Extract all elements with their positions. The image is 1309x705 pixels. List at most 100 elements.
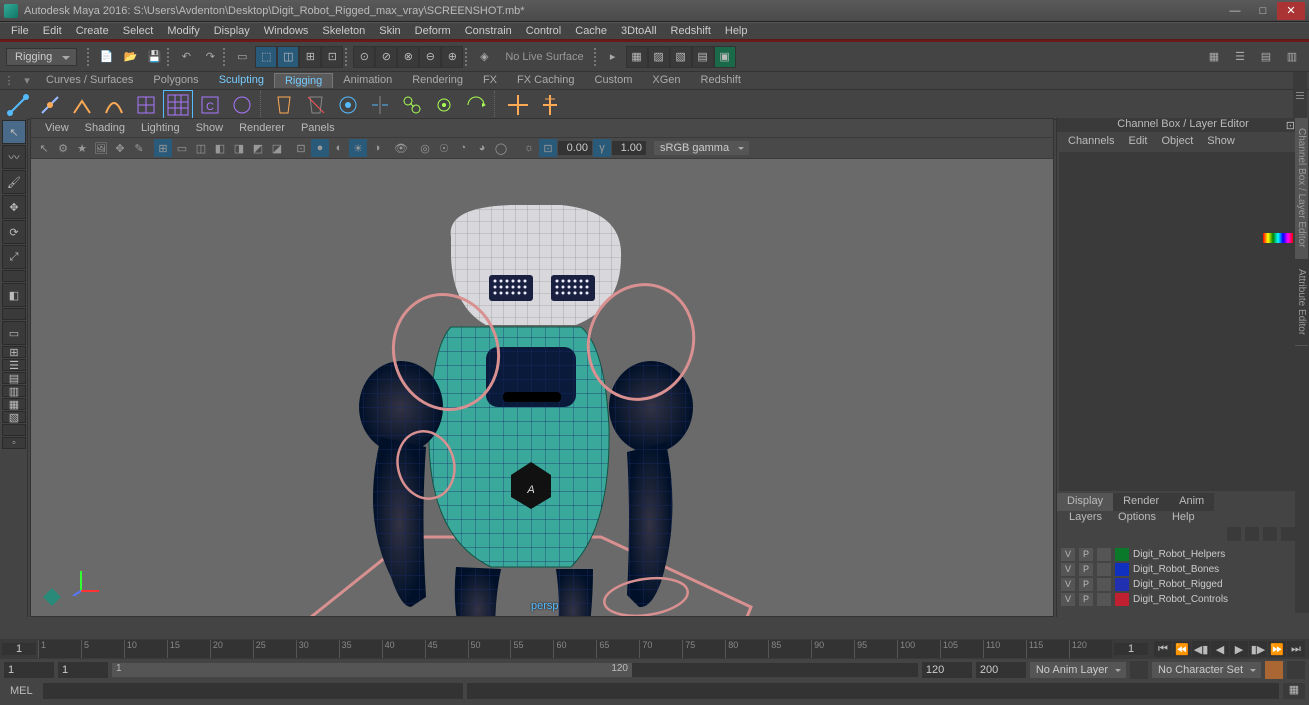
render-settings-icon[interactable]: ▤ <box>692 46 714 68</box>
rotate-tool[interactable]: ⟳ <box>2 220 26 244</box>
redo-icon[interactable]: ↷ <box>199 46 221 68</box>
ik-spline-icon[interactable] <box>100 91 128 119</box>
shelf-menu-icon[interactable]: ⋮ <box>0 74 18 87</box>
menu-file[interactable]: File <box>4 25 36 37</box>
cb-menu-edit[interactable]: Edit <box>1121 135 1154 147</box>
shelf-tab-polygons[interactable]: Polygons <box>143 73 208 88</box>
layer-color-swatch[interactable] <box>1115 593 1129 606</box>
menu-3dtoall[interactable]: 3DtoAll <box>614 25 663 37</box>
minimize-button[interactable]: — <box>1221 2 1249 20</box>
snap-live-icon[interactable]: ⊕ <box>441 46 463 68</box>
vp-select-camera-icon[interactable]: ↖ <box>35 139 53 157</box>
make-live-icon[interactable]: ◈ <box>473 46 495 68</box>
layer-tab-render[interactable]: Render <box>1113 493 1169 511</box>
persp-outliner-layout[interactable]: ▦ <box>2 398 26 410</box>
four-view-layout[interactable]: ⊞ <box>2 346 26 358</box>
vp-xray-icon[interactable]: ◎ <box>416 139 434 157</box>
shelf-tab-fx[interactable]: FX <box>473 73 507 88</box>
shelf-tab-rigging[interactable]: Rigging <box>274 73 333 88</box>
command-input[interactable] <box>43 683 463 699</box>
vp-2d-pan-icon[interactable]: ✥ <box>111 139 129 157</box>
pin-icon[interactable]: ⊡ <box>1286 119 1295 132</box>
constraint-orient-icon[interactable] <box>462 91 490 119</box>
paint-select-tool[interactable]: 🖌 <box>2 170 26 194</box>
shelf-tab-curves-surfaces[interactable]: Curves / Surfaces <box>36 73 143 88</box>
shelf-tab-custom[interactable]: Custom <box>585 73 643 88</box>
sel-mask-3[interactable]: ⊞ <box>299 46 321 68</box>
menu-create[interactable]: Create <box>69 25 116 37</box>
ik-handle-icon[interactable] <box>68 91 96 119</box>
cluster-icon[interactable]: C <box>196 91 224 119</box>
step-forward-button[interactable]: ▮▶ <box>1249 641 1267 657</box>
go-to-start-button[interactable]: ⏮ <box>1154 641 1172 657</box>
menu-deform[interactable]: Deform <box>408 25 458 37</box>
layout-2-icon[interactable]: ☰ <box>1229 46 1251 68</box>
snap-point-icon[interactable]: ⊗ <box>397 46 419 68</box>
tool-settings-icon[interactable]: ◦ <box>2 437 26 449</box>
persp-graph-layout[interactable]: ▤ <box>2 372 26 384</box>
layer-playback-toggle[interactable]: P <box>1079 563 1093 576</box>
select-tool[interactable]: ↖ <box>2 120 26 144</box>
anim-start-field[interactable]: 1 <box>4 662 54 678</box>
shelf-trash-icon[interactable]: ▾ <box>18 74 36 87</box>
menu-help[interactable]: Help <box>718 25 755 37</box>
lattice-1-icon[interactable] <box>132 91 160 119</box>
layer-color-swatch[interactable] <box>1115 578 1129 591</box>
channel-box-tab[interactable]: Channel Box / Layer Editor <box>1295 118 1308 259</box>
auto-key-icon[interactable] <box>1265 661 1283 679</box>
maya-home-icon[interactable] <box>41 586 63 608</box>
sel-mask-2[interactable]: ◫ <box>277 46 299 68</box>
mirror-weights-icon[interactable] <box>366 91 394 119</box>
joint-tool-icon[interactable] <box>4 91 32 119</box>
vp-image-plane-icon[interactable]: 🖼 <box>92 139 110 157</box>
vp-color-transform-dropdown[interactable]: sRGB gamma <box>654 141 749 155</box>
layer-tab-display[interactable]: Display <box>1057 493 1113 511</box>
attribute-editor-tab[interactable]: Attribute Editor <box>1295 259 1308 346</box>
vp-dof-icon[interactable]: ◯ <box>492 139 510 157</box>
layer-move-down-icon[interactable] <box>1245 527 1259 541</box>
vp-shadows-icon[interactable]: ◑ <box>368 139 386 157</box>
timeline-current-field[interactable]: 1 <box>1114 643 1148 655</box>
vp-bookmark-icon[interactable]: ★ <box>73 139 91 157</box>
playback-end-field[interactable]: 120 <box>922 662 972 678</box>
shelf-tab-rendering[interactable]: Rendering <box>402 73 473 88</box>
snap-grid-icon[interactable]: ⊙ <box>353 46 375 68</box>
vp-exposure-value[interactable]: 0.00 <box>558 141 592 155</box>
script-lang-button[interactable]: MEL <box>4 685 39 697</box>
menu-select[interactable]: Select <box>116 25 161 37</box>
range-track[interactable] <box>112 663 918 677</box>
cb-menu-show[interactable]: Show <box>1200 135 1242 147</box>
lasso-tool[interactable]: 〰 <box>2 145 26 169</box>
timeline-start-field[interactable]: 1 <box>2 643 36 655</box>
layer-type-toggle[interactable] <box>1097 548 1111 561</box>
menu-skeleton[interactable]: Skeleton <box>315 25 372 37</box>
scale-tool[interactable]: ⤢ <box>2 245 26 269</box>
bind-skin-icon[interactable] <box>270 91 298 119</box>
vp-menu-lighting[interactable]: Lighting <box>133 122 188 134</box>
layer-menu-layers[interactable]: Layers <box>1061 511 1110 527</box>
save-scene-icon[interactable]: 💾 <box>143 46 165 68</box>
paint-weights-icon[interactable] <box>334 91 362 119</box>
shelf-tab-xgen[interactable]: XGen <box>642 73 690 88</box>
detach-skin-icon[interactable] <box>302 91 330 119</box>
vp-field-chart-icon[interactable]: ◨ <box>230 139 248 157</box>
pose-icon[interactable] <box>536 91 564 119</box>
vp-safe-action-icon[interactable]: ◩ <box>249 139 267 157</box>
layout-1-icon[interactable]: ▦ <box>1203 46 1225 68</box>
play-forward-button[interactable]: ▶ <box>1230 641 1248 657</box>
outliner-layout[interactable]: ☰ <box>2 359 26 371</box>
vp-xray-joints-icon[interactable]: ☉ <box>435 139 453 157</box>
sel-mask-4[interactable]: ⊡ <box>321 46 343 68</box>
layer-row[interactable]: VPDigit_Robot_Helpers <box>1061 547 1295 562</box>
select-mode-icon[interactable]: ▭ <box>231 46 253 68</box>
layer-playback-toggle[interactable]: P <box>1079 578 1093 591</box>
shelf-collapse-handle[interactable] <box>1293 72 1307 118</box>
layer-menu-help[interactable]: Help <box>1164 511 1203 527</box>
render-current-icon[interactable]: ▦ <box>626 46 648 68</box>
menu-skin[interactable]: Skin <box>372 25 407 37</box>
ipr-icon[interactable]: ▨ <box>648 46 670 68</box>
layer-type-toggle[interactable] <box>1097 593 1111 606</box>
layer-vis-toggle[interactable]: V <box>1061 578 1075 591</box>
vp-menu-renderer[interactable]: Renderer <box>231 122 293 134</box>
layer-menu-options[interactable]: Options <box>1110 511 1164 527</box>
